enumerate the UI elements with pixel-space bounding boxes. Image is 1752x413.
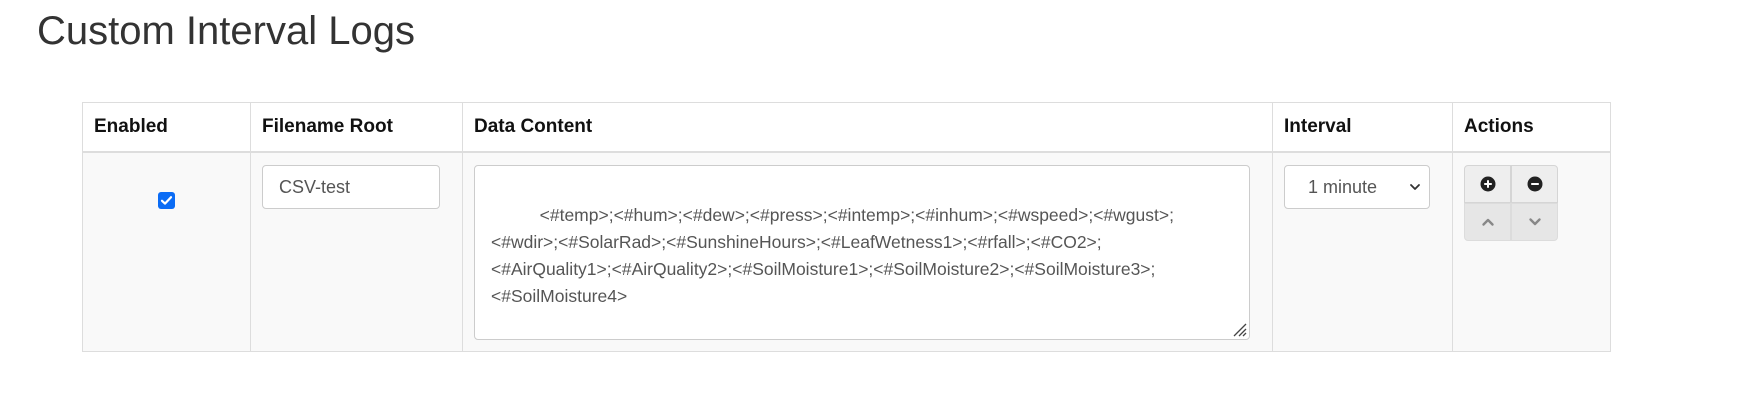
filename-root-input[interactable]: CSV-test: [262, 165, 440, 209]
chevron-down-icon: [1410, 184, 1420, 190]
actions-cell: [1452, 151, 1611, 352]
data-content-text: <#temp>;<#hum>;<#dew>;<#press>;<#intemp>…: [491, 205, 1174, 306]
header-enabled: Enabled: [82, 102, 251, 153]
table-header-row: Enabled Filename Root Data Content Inter…: [82, 102, 1611, 153]
move-up-button[interactable]: [1464, 203, 1511, 241]
interval-cell: 1 minute: [1272, 151, 1453, 352]
custom-logs-table: Enabled Filename Root Data Content Inter…: [82, 102, 1611, 352]
plus-circle-icon: [1480, 176, 1495, 192]
interval-select[interactable]: 1 minute: [1284, 165, 1430, 209]
remove-row-button[interactable]: [1511, 165, 1558, 203]
minus-circle-icon: [1527, 176, 1542, 192]
add-row-button[interactable]: [1464, 165, 1511, 203]
chevron-up-icon: [1481, 218, 1494, 226]
enabled-checkbox[interactable]: [158, 192, 175, 209]
header-filename-root: Filename Root: [250, 102, 463, 153]
header-interval: Interval: [1272, 102, 1453, 153]
header-actions: Actions: [1452, 102, 1611, 153]
page-title: Custom Interval Logs: [37, 9, 415, 53]
resize-handle-icon[interactable]: [1229, 319, 1247, 337]
enabled-cell: [82, 151, 251, 352]
chevron-down-icon: [1528, 218, 1541, 226]
interval-selected-value: 1 minute: [1308, 177, 1378, 197]
data-content-textarea[interactable]: <#temp>;<#hum>;<#dew>;<#press>;<#intemp>…: [474, 165, 1250, 340]
content-cell: <#temp>;<#hum>;<#dew>;<#press>;<#intemp>…: [462, 151, 1273, 352]
move-down-button[interactable]: [1511, 203, 1558, 241]
row-actions: [1464, 165, 1560, 241]
table-row: CSV-test <#temp>;<#hum>;<#dew>;<#press>;…: [82, 151, 1611, 352]
header-data-content: Data Content: [462, 102, 1273, 153]
checkmark-icon: [160, 196, 173, 205]
filename-cell: CSV-test: [250, 151, 463, 352]
